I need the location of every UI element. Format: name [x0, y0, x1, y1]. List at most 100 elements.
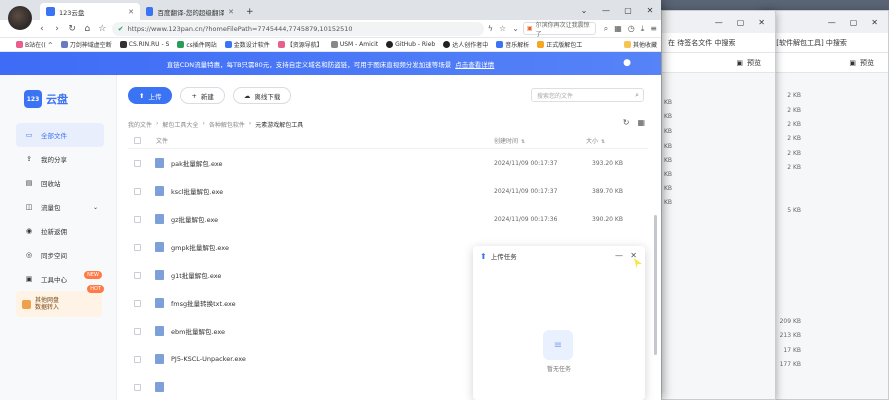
- sidebar-item-sync[interactable]: ◎ 同步空间: [16, 243, 104, 267]
- minimize-icon[interactable]: —: [595, 6, 617, 15]
- bookmark-item[interactable]: 正式版解包工: [537, 40, 582, 49]
- close-icon[interactable]: ✕: [871, 18, 878, 27]
- table-row[interactable]: kscl批量解包.exe 2024/11/09 00:17:37 389.70 KB: [128, 177, 648, 205]
- home-icon[interactable]: ⌂: [82, 24, 93, 34]
- dropdown-icon[interactable]: ⌄: [512, 24, 519, 33]
- browser-search-input[interactable]: ▣ 尔滨你再次让我震惊了: [522, 22, 596, 38]
- back-icon[interactable]: ‹: [36, 24, 47, 34]
- upload-icon: ⬆: [480, 251, 487, 261]
- file-size: 390.20 KB: [592, 215, 623, 223]
- import-promo[interactable]: 其他网盘 数据转入 HOT: [16, 285, 104, 317]
- refresh-icon[interactable]: ↻: [623, 118, 630, 127]
- breadcrumb-item[interactable]: 各种解包软件: [209, 120, 245, 129]
- sidebar-item-referral[interactable]: ◉ 拉新返佣: [16, 219, 104, 243]
- row-checkbox[interactable]: [134, 271, 141, 279]
- bookmark-item[interactable]: B站在(( ^: [16, 40, 53, 49]
- bell-icon[interactable]: ●: [623, 58, 631, 68]
- grid-view-icon[interactable]: ▦: [637, 118, 645, 127]
- bookmark-item[interactable]: 【资源导航】: [277, 40, 323, 49]
- column-header-size[interactable]: 大小 ⇅: [586, 136, 605, 145]
- other-bookmarks[interactable]: 其他收藏: [623, 40, 657, 49]
- close-tab-icon[interactable]: ✕: [228, 8, 234, 16]
- sidebar-item-recycle-bin[interactable]: ▤ 回收站: [16, 171, 104, 195]
- close-icon[interactable]: ✕: [639, 6, 661, 15]
- offline-download-button[interactable]: ☁ 离线下载: [232, 87, 292, 104]
- row-checkbox[interactable]: [134, 327, 141, 335]
- upload-button[interactable]: ⬆ 上传: [128, 87, 173, 104]
- file-size: 389.70 KB: [592, 187, 623, 195]
- bookmark-item[interactable]: 音乐解析: [496, 40, 529, 49]
- row-checkbox[interactable]: [134, 187, 141, 195]
- sidebar-item-traffic[interactable]: ◫ 流量包 ⌄: [16, 195, 104, 219]
- address-bar-row: ‹ › ↻ ⌂ ☆ ✔ https://www.123pan.cn/?homeF…: [0, 20, 661, 38]
- history-icon[interactable]: ◷: [628, 24, 635, 34]
- explorer-preview[interactable]: ▣ 预览: [761, 53, 888, 73]
- window-controls: ⌄ — ▢ ✕: [573, 0, 661, 20]
- minimize-icon[interactable]: —: [615, 251, 623, 260]
- bookmark-item[interactable]: 达人创作者中: [443, 40, 488, 49]
- search-icon[interactable]: ⌕: [635, 91, 639, 100]
- banner-link[interactable]: 点击查看详情: [455, 59, 494, 69]
- bookmark-item[interactable]: 刀剑神域虚空断: [60, 40, 112, 49]
- search-icon[interactable]: ⌕: [604, 24, 608, 34]
- row-checkbox[interactable]: [134, 159, 141, 167]
- download-icon[interactable]: ⤓: [641, 24, 645, 34]
- table-row[interactable]: gz批量解包.exe 2024/11/09 00:17:36 390.20 KB: [128, 205, 648, 233]
- breadcrumb-item[interactable]: 解包工具大全: [162, 120, 198, 129]
- row-checkbox[interactable]: [134, 383, 141, 391]
- close-icon[interactable]: ✕: [630, 251, 637, 260]
- close-tab-icon[interactable]: ✕: [128, 8, 134, 16]
- bookmarks-bar: B站在(( ^ 刀剑神域虚空断 CS.RIN.RU - S cs插件网站 金数设…: [0, 38, 661, 52]
- maximize-icon[interactable]: ▢: [737, 18, 745, 27]
- exe-file-icon: [155, 242, 164, 252]
- new-button[interactable]: + 新建: [180, 87, 225, 104]
- row-checkbox[interactable]: [134, 243, 141, 251]
- bookmark-favicon-icon: [330, 41, 338, 48]
- row-checkbox[interactable]: [134, 355, 141, 363]
- bookmark-item[interactable]: USM - Amicit: [330, 41, 378, 48]
- bookmark-star-icon[interactable]: ☆: [97, 24, 108, 34]
- row-checkbox[interactable]: [134, 299, 141, 307]
- logo[interactable]: 123 云盘: [24, 90, 68, 108]
- file-date: 2024/11/09 00:17:37: [494, 187, 558, 195]
- sort-icon: ⇅: [601, 139, 606, 145]
- file-search-input[interactable]: 搜索您的文件 ⌕: [531, 88, 644, 102]
- upload-icon: ⬆: [139, 91, 145, 100]
- bookmark-item[interactable]: cs插件网站: [177, 40, 217, 49]
- bookmark-item[interactable]: GitHub - Rieb: [386, 41, 435, 48]
- bookmark-item[interactable]: 金数设计软件: [224, 40, 270, 49]
- column-header-name[interactable]: 文件: [156, 136, 168, 145]
- reload-icon[interactable]: ↻: [67, 24, 78, 34]
- lightning-icon[interactable]: ϟ: [488, 24, 493, 33]
- sidebar-item-my-share[interactable]: ⇪ 我的分享: [16, 147, 104, 171]
- exe-file-icon: [155, 158, 164, 168]
- select-all-checkbox[interactable]: [134, 137, 141, 144]
- forward-icon[interactable]: ›: [52, 24, 63, 34]
- explorer-preview[interactable]: ▣ 预览: [662, 53, 775, 73]
- url-input[interactable]: ✔ https://www.123pan.cn/?homeFilePath=77…: [111, 21, 484, 36]
- menu-icon[interactable]: ≡: [650, 24, 657, 34]
- minimize-icon[interactable]: —: [828, 18, 836, 27]
- tab-123pan[interactable]: 123云盘 ✕: [40, 3, 140, 20]
- breadcrumb-item[interactable]: 我的文件: [128, 120, 152, 129]
- minimize-icon[interactable]: —: [715, 18, 723, 27]
- tab-list-icon[interactable]: ⌄: [573, 6, 595, 15]
- row-checkbox[interactable]: [134, 215, 141, 223]
- tiktok-icon: [443, 41, 451, 48]
- new-tab-button[interactable]: +: [240, 3, 260, 20]
- avatar[interactable]: [8, 6, 32, 30]
- explorer-search[interactable]: 在 待签名文件 中搜索: [662, 33, 775, 53]
- column-header-date[interactable]: 创建时间 ⇅: [494, 136, 525, 145]
- close-icon[interactable]: ✕: [758, 18, 765, 27]
- scrollbar[interactable]: [654, 215, 657, 355]
- maximize-icon[interactable]: ▢: [617, 6, 639, 15]
- explorer-search[interactable]: 在 [软件解包工具] 中搜索: [761, 33, 888, 53]
- sidebar-item-all-files[interactable]: ▭ 全部文件: [16, 123, 104, 147]
- maximize-icon[interactable]: ▢: [850, 18, 858, 27]
- favorite-icon[interactable]: ☆: [499, 24, 506, 33]
- bookmark-item[interactable]: CS.RIN.RU - S: [119, 41, 169, 48]
- table-row[interactable]: pak批量解包.exe 2024/11/09 00:17:37 393.20 KB: [128, 149, 648, 177]
- apps-icon[interactable]: ▦: [614, 24, 622, 34]
- tab-baidu-translate[interactable]: 百度翻译-您的超级翻译伙伴 ✕: [140, 3, 240, 20]
- search-engine-icon: ▣: [526, 25, 533, 32]
